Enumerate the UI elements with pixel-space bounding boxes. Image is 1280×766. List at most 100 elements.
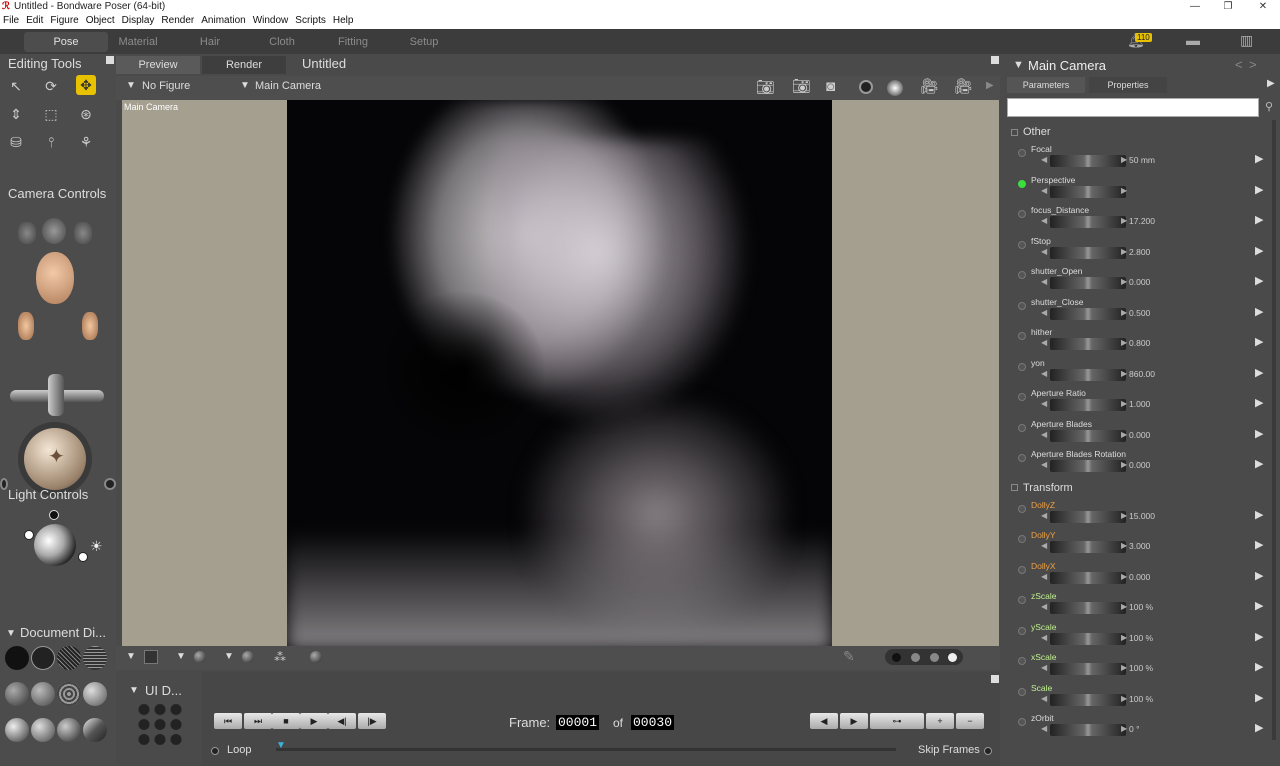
panel-close-icon[interactable] (106, 56, 114, 64)
parameter-keyframe-dot[interactable] (1018, 301, 1026, 310)
parameter-menu-icon[interactable]: ▶ (1255, 691, 1263, 704)
dial-decrement-icon[interactable]: ◀ (1041, 247, 1047, 256)
display-style-cartoon-icon[interactable] (83, 682, 107, 706)
figure-dropdown-arrow-icon[interactable]: ▼ (126, 80, 136, 91)
dial-increment-icon[interactable]: ▶ (1121, 338, 1127, 347)
pencil-icon[interactable]: ✎ (843, 648, 855, 665)
prev-keyframe-button[interactable]: ◀ (810, 713, 838, 729)
menu-edit[interactable]: Edit (26, 15, 43, 26)
close-button[interactable]: ✕ (1248, 0, 1278, 13)
figure-select[interactable]: No Figure (142, 80, 190, 92)
dial-increment-icon[interactable]: ▶ (1121, 369, 1127, 378)
menu-window[interactable]: Window (253, 15, 289, 26)
parameter-dial[interactable] (1050, 368, 1126, 381)
dial-decrement-icon[interactable]: ◀ (1041, 511, 1047, 520)
parameter-search-input[interactable] (1007, 98, 1259, 117)
parameter-group-header[interactable]: Other (1011, 126, 1051, 138)
dial-decrement-icon[interactable]: ◀ (1041, 430, 1047, 439)
camera-settings-icon[interactable]: 📷︎ (792, 77, 811, 95)
translate-in-out-icon[interactable]: ⇕ (6, 104, 26, 124)
parameter-menu-icon[interactable]: ▶ (1255, 660, 1263, 673)
previous-frame-button[interactable]: ◀| (328, 713, 356, 729)
dial-decrement-icon[interactable]: ◀ (1041, 277, 1047, 286)
left-hand-camera-icon[interactable] (18, 312, 34, 340)
translate-tool-icon[interactable]: ✥ (76, 75, 96, 95)
search-icon[interactable]: ⚲ (1265, 100, 1273, 113)
tab-render[interactable]: Render (202, 56, 286, 74)
film-camera-icon[interactable]: 🎥︎ (920, 77, 939, 95)
next-frame-button[interactable]: |▶ (358, 713, 386, 729)
display-style-smooth-shaded-icon[interactable] (5, 718, 29, 742)
dial-increment-icon[interactable]: ▶ (1121, 541, 1127, 550)
dial-decrement-icon[interactable]: ◀ (1041, 663, 1047, 672)
stop-button[interactable]: ■ (272, 713, 300, 729)
parameter-value[interactable]: 100 % (1129, 602, 1153, 612)
parameter-keyframe-dot[interactable] (1018, 179, 1026, 188)
twist-tool-icon[interactable]: ⊛ (76, 104, 96, 124)
dial-decrement-icon[interactable]: ◀ (1041, 338, 1047, 347)
dial-decrement-icon[interactable]: ◀ (1041, 460, 1047, 469)
parameter-value[interactable]: 100 % (1129, 663, 1153, 673)
parameter-keyframe-dot[interactable] (1018, 332, 1026, 340)
parameter-value[interactable]: 15.000 (1129, 511, 1155, 521)
right-hand-camera-icon[interactable] (82, 312, 98, 340)
parameter-value[interactable]: 0.500 (1129, 308, 1150, 318)
parameter-value[interactable]: 50 mm (1129, 155, 1155, 165)
menu-animation[interactable]: Animation (201, 15, 245, 26)
dial-increment-icon[interactable]: ▶ (1121, 602, 1127, 611)
dial-increment-icon[interactable]: ▶ (1121, 277, 1127, 286)
next-keyframe-button[interactable]: ▶ (840, 713, 868, 729)
keyframes-key-icon[interactable]: ⊶ (870, 713, 924, 729)
parameter-keyframe-dot[interactable] (1018, 687, 1026, 696)
menu-help[interactable]: Help (333, 15, 354, 26)
light-dot-icon[interactable] (24, 530, 34, 540)
parameter-value[interactable]: 0 ° (1129, 724, 1140, 734)
parameter-dial[interactable] (1050, 246, 1126, 259)
parameter-dial[interactable] (1050, 510, 1126, 523)
parameter-value[interactable]: 2.800 (1129, 247, 1150, 257)
go-to-end-button[interactable]: ⏭ (244, 713, 272, 729)
camera-select[interactable]: Main Camera (255, 80, 321, 92)
snapshot-icon[interactable]: ◙ (826, 78, 835, 95)
light-sphere-icon[interactable] (34, 524, 76, 566)
library-icon[interactable]: ▥ (1240, 32, 1253, 49)
display-style-outline-icon[interactable] (31, 646, 55, 670)
parameter-value[interactable]: 0.000 (1129, 572, 1150, 582)
parameter-keyframe-dot[interactable] (1018, 657, 1026, 665)
minimize-button[interactable]: — (1180, 0, 1210, 13)
menu-scripts[interactable]: Scripts (295, 15, 326, 26)
parameter-menu-icon[interactable]: ▶ (1255, 508, 1263, 521)
parameter-dial[interactable] (1050, 460, 1126, 472)
dropdown-arrow-icon[interactable]: ▼ (224, 651, 234, 662)
color-ball-icon[interactable] (310, 651, 322, 663)
dial-increment-icon[interactable]: ▶ (1121, 308, 1127, 317)
menu-display[interactable]: Display (122, 15, 155, 26)
movie-camera-icon[interactable]: 🎥︎ (954, 77, 973, 95)
camera-icon[interactable]: 📷︎ (756, 78, 775, 96)
parameter-keyframe-dot[interactable] (1018, 626, 1026, 635)
next-actor-icon[interactable]: > (1249, 57, 1257, 72)
tab-setup[interactable]: Setup (382, 32, 466, 52)
dial-decrement-icon[interactable]: ◀ (1041, 694, 1047, 703)
taper-tool-icon[interactable]: ⛁ (6, 132, 26, 152)
parameter-menu-icon[interactable]: ▶ (1255, 244, 1263, 257)
add-keyframe-button[interactable]: + (926, 713, 954, 729)
tab-preview[interactable]: Preview (116, 56, 200, 74)
camera-dot-icon[interactable] (104, 478, 116, 490)
dial-increment-icon[interactable]: ▶ (1121, 724, 1127, 733)
maximize-button[interactable]: ❐ (1213, 0, 1243, 13)
dial-increment-icon[interactable]: ▶ (1121, 186, 1127, 195)
toolbar-more-icon[interactable]: ▶ (986, 80, 994, 91)
dial-decrement-icon[interactable]: ◀ (1041, 399, 1047, 408)
display-style-texture-shaded-icon[interactable] (57, 718, 81, 742)
parameter-keyframe-dot[interactable] (1018, 149, 1026, 157)
shadow-ball-icon[interactable] (194, 651, 206, 663)
dial-decrement-icon[interactable]: ◀ (1041, 369, 1047, 378)
parameter-group-header[interactable]: Transform (1011, 482, 1073, 494)
parameter-dial[interactable] (1050, 277, 1126, 289)
go-to-start-button[interactable]: ⏮ (214, 713, 242, 729)
parameter-dial[interactable] (1050, 724, 1126, 736)
parameter-value[interactable]: 0.000 (1129, 460, 1150, 470)
loop-radio[interactable] (211, 747, 219, 755)
parameter-keyframe-dot[interactable] (1018, 393, 1026, 401)
